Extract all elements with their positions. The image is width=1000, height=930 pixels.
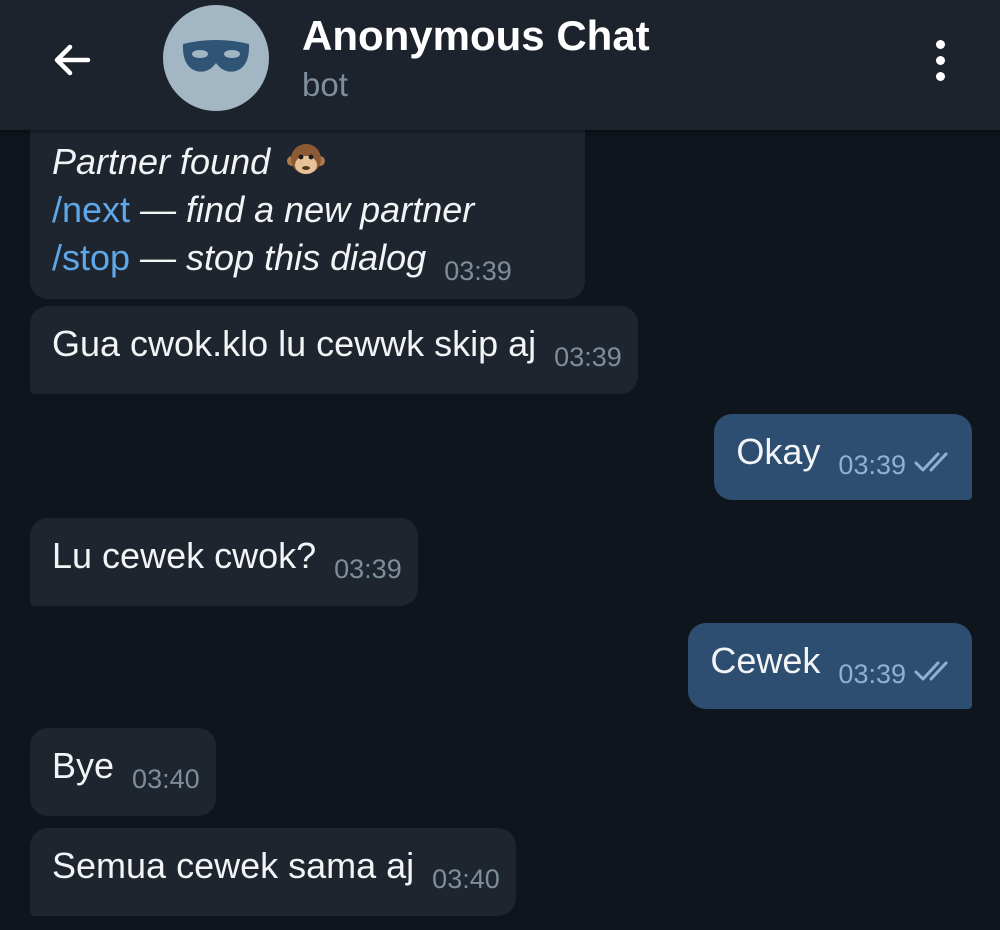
message-bubble[interactable]: Lu cewek cwok? 03:39 [30, 518, 418, 606]
message-time: 03:40 [432, 864, 500, 894]
message-text: Partner found [52, 141, 271, 182]
message-time: 03:39 [444, 256, 512, 286]
chat-title[interactable]: Anonymous Chat [302, 12, 650, 60]
message-text: Okay [736, 431, 821, 472]
more-vertical-icon [935, 39, 945, 49]
message-text: Semua cewek sama aj [52, 845, 415, 886]
message-time: 03:40 [132, 764, 200, 794]
arrow-left-icon [54, 44, 91, 76]
message-text: — stop this dialog [130, 237, 427, 278]
message-line: /next — find a new partner [52, 186, 569, 234]
monkey-emoji-icon [287, 144, 326, 174]
message-text: Gua cwok.klo lu cewwk skip aj [52, 323, 537, 364]
mask-icon [182, 40, 250, 72]
message-text: Lu cewek cwok? [52, 535, 317, 576]
message-bubble[interactable]: Gua cwok.klo lu cewwk skip aj 03:39 [30, 306, 638, 394]
message-line: /stop — stop this dialog 03:39 [52, 234, 569, 286]
message-bubble[interactable]: Bye 03:40 [30, 728, 216, 816]
command-link-next[interactable]: /next [52, 189, 130, 230]
message-text: — find a new partner [130, 189, 475, 230]
message-time: 03:39 [334, 554, 402, 584]
command-link-stop[interactable]: /stop [52, 237, 130, 278]
more-options-button[interactable] [918, 34, 962, 86]
chat-subtitle: bot [302, 66, 348, 103]
double-check-icon [914, 452, 948, 472]
message-text: Bye [52, 745, 115, 786]
message-time: 03:39 [838, 659, 906, 689]
chat-header: Anonymous Chat bot [0, 0, 1000, 130]
message-bubble[interactable]: Okay 03:39 [714, 414, 972, 500]
double-check-icon [914, 661, 948, 681]
message-bubble[interactable]: Semua cewek sama aj 03:40 [30, 828, 516, 916]
message-time: 03:39 [554, 342, 622, 372]
message-list[interactable]: Partner found /next — find a new partner… [0, 90, 1000, 930]
message-time: 03:39 [838, 450, 906, 480]
back-button[interactable] [46, 34, 98, 86]
message-bubble[interactable]: Cewek 03:39 [688, 623, 972, 709]
avatar[interactable] [163, 5, 269, 111]
message-line: Partner found [52, 138, 569, 186]
message-text: Cewek [710, 640, 821, 681]
